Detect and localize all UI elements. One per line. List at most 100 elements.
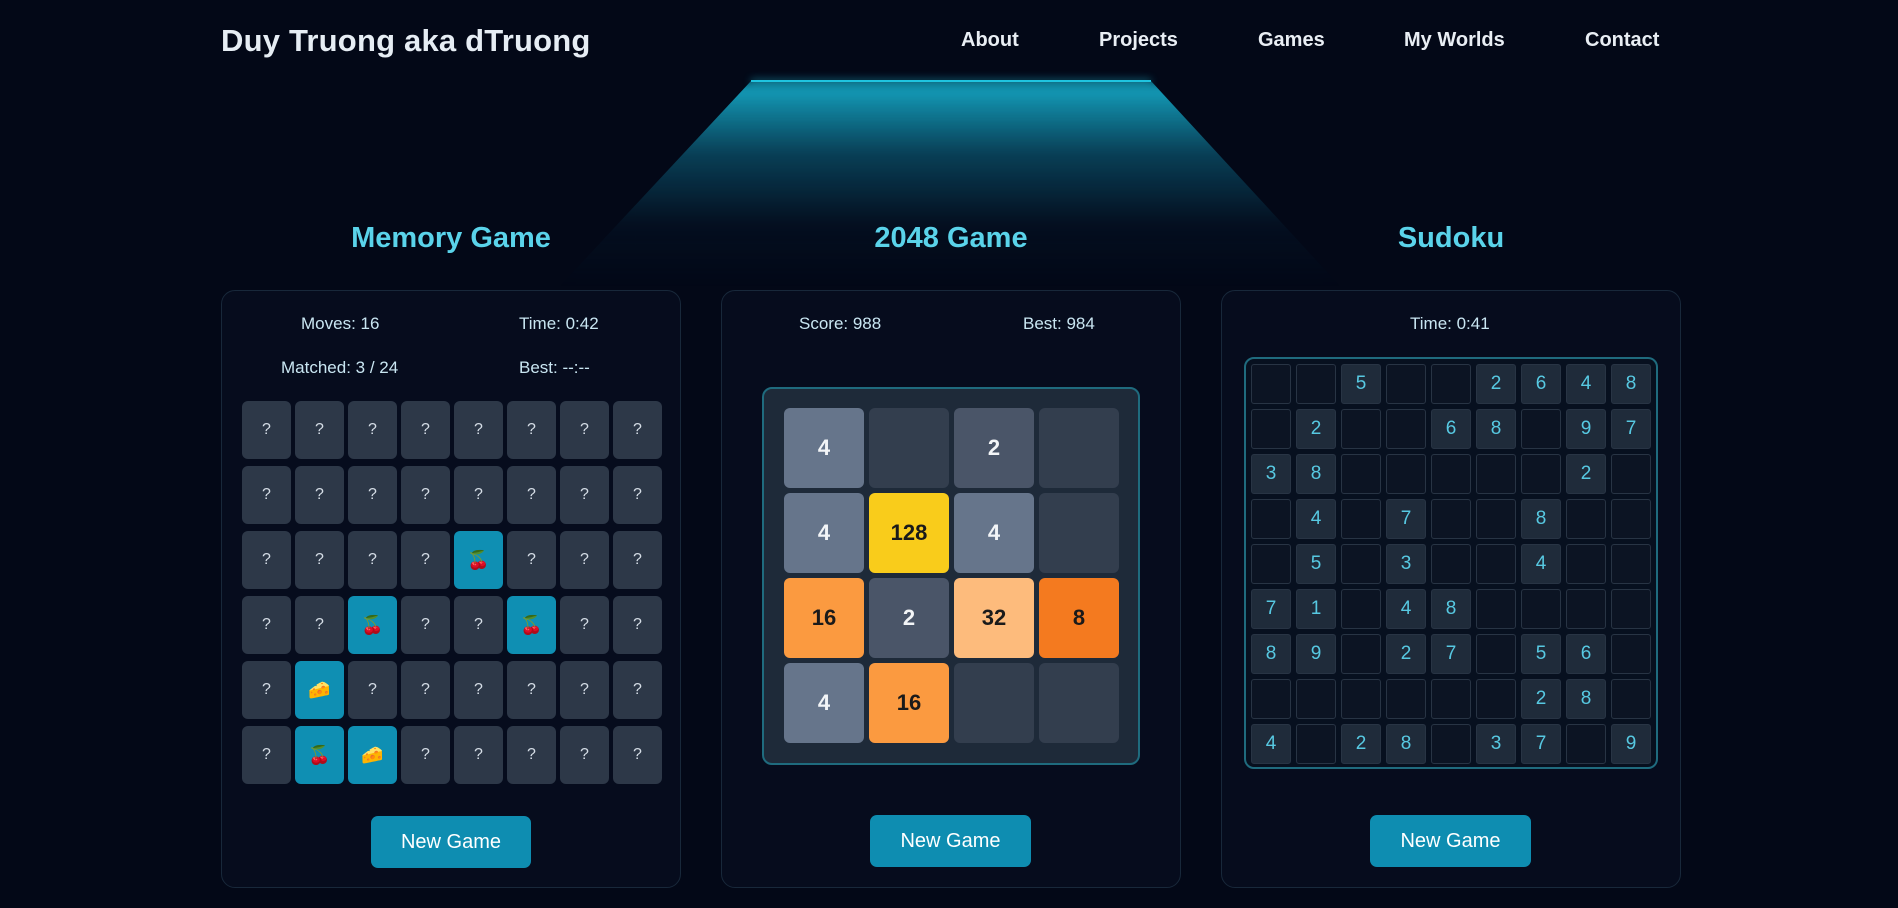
sudoku-cell[interactable]: 2 (1386, 634, 1426, 674)
memory-card[interactable]: ? (560, 726, 609, 784)
sudoku-cell[interactable]: 2 (1566, 454, 1606, 494)
nav-games[interactable]: Games (1258, 29, 1325, 52)
memory-card[interactable]: ? (242, 661, 291, 719)
sudoku-cell[interactable]: 9 (1296, 634, 1336, 674)
memory-card[interactable]: ? (348, 466, 397, 524)
sudoku-cell[interactable]: 8 (1386, 724, 1426, 764)
memory-card[interactable]: ? (242, 596, 291, 654)
sudoku-cell[interactable] (1611, 454, 1651, 494)
memory-card[interactable]: ? (507, 401, 556, 459)
memory-card[interactable]: ? (348, 401, 397, 459)
memory-card[interactable]: ? (401, 661, 450, 719)
sudoku-cell[interactable] (1566, 544, 1606, 584)
sudoku-cell[interactable]: 3 (1386, 544, 1426, 584)
memory-card[interactable]: 🧀 (348, 726, 397, 784)
memory-card[interactable]: ? (454, 401, 503, 459)
sudoku-cell[interactable] (1341, 409, 1381, 449)
sudoku-cell[interactable]: 4 (1566, 364, 1606, 404)
nav-about[interactable]: About (961, 29, 1019, 52)
sudoku-cell[interactable] (1296, 724, 1336, 764)
memory-card[interactable]: ? (401, 596, 450, 654)
memory-card[interactable]: ? (560, 531, 609, 589)
sudoku-cell[interactable] (1431, 544, 1471, 584)
memory-card[interactable]: ? (401, 531, 450, 589)
sudoku-cell[interactable] (1611, 589, 1651, 629)
sudoku-cell[interactable]: 9 (1611, 724, 1651, 764)
sudoku-new-game-button[interactable]: New Game (1370, 815, 1531, 867)
sudoku-cell[interactable] (1476, 544, 1516, 584)
sudoku-cell[interactable] (1431, 499, 1471, 539)
sudoku-cell[interactable] (1476, 499, 1516, 539)
sudoku-cell[interactable] (1566, 499, 1606, 539)
sudoku-cell[interactable] (1251, 364, 1291, 404)
sudoku-cell[interactable] (1386, 454, 1426, 494)
game-2048-board[interactable]: 4 2 4 128 4 16 2 32 8 4 16 (762, 387, 1140, 765)
sudoku-cell[interactable]: 6 (1521, 364, 1561, 404)
memory-card[interactable]: 🍒 (348, 596, 397, 654)
sudoku-cell[interactable] (1341, 679, 1381, 719)
sudoku-cell[interactable] (1341, 589, 1381, 629)
memory-card[interactable]: ? (242, 531, 291, 589)
sudoku-cell[interactable] (1296, 679, 1336, 719)
memory-card[interactable]: ? (295, 466, 344, 524)
sudoku-cell[interactable]: 4 (1296, 499, 1336, 539)
sudoku-cell[interactable] (1566, 724, 1606, 764)
memory-card[interactable]: ? (348, 661, 397, 719)
sudoku-cell[interactable] (1476, 634, 1516, 674)
sudoku-cell[interactable] (1341, 634, 1381, 674)
sudoku-cell[interactable] (1296, 364, 1336, 404)
memory-card[interactable]: 🍒 (507, 596, 556, 654)
nav-my-worlds[interactable]: My Worlds (1404, 29, 1505, 52)
nav-contact[interactable]: Contact (1585, 29, 1659, 52)
sudoku-cell[interactable] (1476, 679, 1516, 719)
memory-card[interactable]: ? (348, 531, 397, 589)
sudoku-cell[interactable]: 2 (1476, 364, 1516, 404)
sudoku-cell[interactable] (1611, 499, 1651, 539)
sudoku-cell[interactable] (1386, 679, 1426, 719)
sudoku-cell[interactable]: 7 (1251, 589, 1291, 629)
sudoku-cell[interactable]: 8 (1251, 634, 1291, 674)
memory-card[interactable]: 🍒 (295, 726, 344, 784)
sudoku-cell[interactable] (1341, 499, 1381, 539)
memory-card[interactable]: ? (401, 466, 450, 524)
sudoku-cell[interactable]: 8 (1566, 679, 1606, 719)
sudoku-cell[interactable]: 6 (1431, 409, 1471, 449)
memory-card[interactable]: ? (401, 726, 450, 784)
sudoku-cell[interactable]: 4 (1521, 544, 1561, 584)
sudoku-cell[interactable]: 7 (1431, 634, 1471, 674)
sudoku-cell[interactable]: 8 (1611, 364, 1651, 404)
sudoku-cell[interactable] (1431, 454, 1471, 494)
nav-projects[interactable]: Projects (1099, 29, 1178, 52)
memory-card[interactable]: ? (560, 596, 609, 654)
memory-card[interactable]: ? (613, 596, 662, 654)
memory-card[interactable]: ? (507, 726, 556, 784)
sudoku-cell[interactable] (1386, 364, 1426, 404)
memory-card[interactable]: ? (507, 531, 556, 589)
sudoku-cell[interactable]: 9 (1566, 409, 1606, 449)
sudoku-cell[interactable]: 7 (1611, 409, 1651, 449)
sudoku-cell[interactable]: 5 (1296, 544, 1336, 584)
memory-card[interactable]: ? (613, 531, 662, 589)
sudoku-cell[interactable] (1476, 589, 1516, 629)
sudoku-cell[interactable]: 2 (1296, 409, 1336, 449)
sudoku-cell[interactable] (1251, 679, 1291, 719)
memory-card[interactable]: ? (295, 596, 344, 654)
sudoku-cell[interactable]: 4 (1251, 724, 1291, 764)
sudoku-cell[interactable] (1431, 679, 1471, 719)
memory-card[interactable]: ? (613, 661, 662, 719)
sudoku-cell[interactable]: 1 (1296, 589, 1336, 629)
memory-card[interactable]: ? (454, 466, 503, 524)
sudoku-cell[interactable]: 8 (1431, 589, 1471, 629)
sudoku-cell[interactable]: 2 (1521, 679, 1561, 719)
sudoku-cell[interactable] (1566, 589, 1606, 629)
sudoku-cell[interactable] (1521, 409, 1561, 449)
memory-card[interactable]: ? (401, 401, 450, 459)
memory-card[interactable]: ? (560, 401, 609, 459)
sudoku-cell[interactable] (1431, 364, 1471, 404)
sudoku-cell[interactable] (1611, 544, 1651, 584)
memory-card[interactable]: ? (454, 596, 503, 654)
memory-card[interactable]: ? (454, 726, 503, 784)
sudoku-cell[interactable] (1521, 589, 1561, 629)
sudoku-cell[interactable]: 8 (1296, 454, 1336, 494)
memory-card[interactable]: ? (613, 726, 662, 784)
